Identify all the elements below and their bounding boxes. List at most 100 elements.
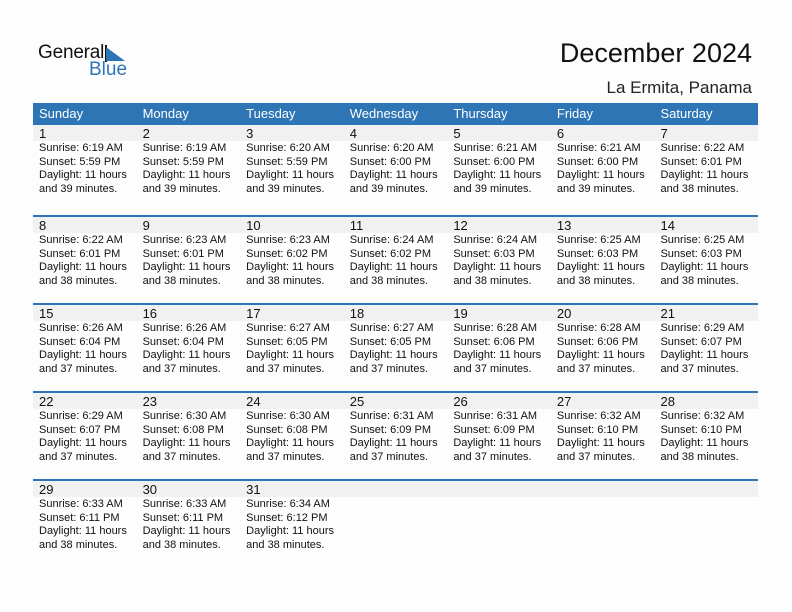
day-daylight-text: Daylight: 11 hours xyxy=(453,437,542,450)
day-cell: Sunrise: 6:34 AM Sunset: 6:12 PM Daylight:… xyxy=(240,497,344,552)
day-cell: Sunrise: 6:30 AM Sunset: 6:08 PM Daylight:… xyxy=(240,409,344,464)
day-minutes-text: and 38 minutes. xyxy=(142,274,221,287)
day-sunset-text: Sunset: 6:08 PM xyxy=(142,423,224,436)
day-number-row: 8 9 10 11 12 13 14 xyxy=(33,217,758,233)
day-sunset-text: Sunset: 6:09 PM xyxy=(453,423,535,436)
day-info-row: Sunrise: 6:33 AM Sunset: 6:11 PM Daylight:… xyxy=(33,497,758,552)
day-sunset-text: Sunset: 6:06 PM xyxy=(453,335,535,348)
day-minutes-text: and 37 minutes. xyxy=(142,362,221,375)
day-cell: Sunrise: 6:21 AM Sunset: 6:00 PM Daylight:… xyxy=(447,141,551,196)
day-minutes-text: and 38 minutes. xyxy=(246,538,325,551)
day-minutes-text: and 37 minutes. xyxy=(660,362,739,375)
day-minutes-text: and 37 minutes. xyxy=(453,362,532,375)
day-minutes-text: and 37 minutes. xyxy=(39,450,118,463)
day-sunrise-text: Sunrise: 6:21 AM xyxy=(453,142,538,154)
day-sunset-text: Sunset: 6:01 PM xyxy=(660,155,742,168)
day-minutes-text: and 38 minutes. xyxy=(246,274,325,287)
day-number-row: 1 2 3 4 5 6 7 xyxy=(33,125,758,141)
day-number: 25 xyxy=(349,394,365,409)
day-sunset-text: Sunset: 6:04 PM xyxy=(39,335,121,348)
day-daylight-text: Daylight: 11 hours xyxy=(246,261,335,274)
day-minutes-text: and 37 minutes. xyxy=(349,362,429,375)
day-cell: Sunrise: 6:27 AM Sunset: 6:05 PM Daylight:… xyxy=(344,321,448,376)
day-daylight-text: Daylight: 11 hours xyxy=(453,261,542,274)
day-number xyxy=(344,481,448,497)
day-number: 13 xyxy=(556,218,572,233)
day-sunrise-text: Sunrise: 6:20 AM xyxy=(246,142,330,154)
day-minutes-text: and 38 minutes. xyxy=(349,274,429,287)
day-daylight-text: Daylight: 11 hours xyxy=(246,169,335,182)
day-sunset-text: Sunset: 6:07 PM xyxy=(660,335,742,348)
day-cell: Sunrise: 6:19 AM Sunset: 5:59 PM Daylight:… xyxy=(137,141,241,196)
day-daylight-text: Daylight: 11 hours xyxy=(349,261,438,274)
day-daylight-text: Daylight: 11 hours xyxy=(556,349,645,362)
calendar-week-row: 1 2 3 4 5 6 7 Sunrise: 6:19 AM Sunset: 5:59 PM Da… xyxy=(33,125,758,215)
day-cell: Sunrise: 6:24 AM Sunset: 6:02 PM Daylight:… xyxy=(344,233,448,288)
day-minutes-text: and 39 minutes. xyxy=(453,182,532,195)
day-number: 12 xyxy=(453,218,468,233)
day-minutes-text: and 38 minutes. xyxy=(39,274,118,287)
day-sunrise-text: Sunrise: 6:28 AM xyxy=(556,322,641,334)
day-number: 19 xyxy=(453,306,468,321)
day-number: 23 xyxy=(142,394,158,409)
day-daylight-text: Daylight: 11 hours xyxy=(142,261,231,274)
day-cell: Sunrise: 6:22 AM Sunset: 6:01 PM Daylight:… xyxy=(654,141,758,196)
calendar-week-row: 22 23 24 25 26 27 28 Sunrise: 6:29 AM Sunset: 6:… xyxy=(33,391,758,479)
weekday-tuesday: Tuesday xyxy=(246,106,296,121)
day-number: 20 xyxy=(556,306,572,321)
day-sunrise-text: Sunrise: 6:25 AM xyxy=(660,234,745,246)
day-sunset-text: Sunset: 6:12 PM xyxy=(246,511,328,524)
day-number: 1 xyxy=(39,126,47,141)
weekday-header-row: Sunday Monday Tuesday Wednesday Thursday… xyxy=(33,103,758,125)
day-minutes-text: and 39 minutes. xyxy=(246,182,325,195)
day-number: 2 xyxy=(142,126,150,141)
day-sunrise-text: Sunrise: 6:29 AM xyxy=(660,322,745,334)
day-minutes-text: and 37 minutes. xyxy=(39,362,118,375)
day-number: 16 xyxy=(142,306,158,321)
day-number: 30 xyxy=(142,482,158,497)
day-number: 9 xyxy=(142,218,150,233)
day-cell: Sunrise: 6:28 AM Sunset: 6:06 PM Daylight:… xyxy=(447,321,551,376)
day-number-row: 22 23 24 25 26 27 28 xyxy=(33,393,758,409)
day-sunrise-text: Sunrise: 6:26 AM xyxy=(39,322,123,334)
day-sunset-text: Sunset: 6:05 PM xyxy=(349,335,432,348)
day-minutes-text: and 38 minutes. xyxy=(660,274,739,287)
day-sunrise-text: Sunrise: 6:34 AM xyxy=(246,498,330,510)
day-number: 17 xyxy=(246,306,261,321)
day-sunset-text: Sunset: 6:10 PM xyxy=(660,423,742,436)
day-daylight-text: Daylight: 11 hours xyxy=(349,349,438,362)
day-daylight-text: Daylight: 11 hours xyxy=(660,169,749,182)
day-daylight-text: Daylight: 11 hours xyxy=(39,261,127,274)
day-cell xyxy=(551,497,655,552)
day-sunset-text: Sunset: 6:03 PM xyxy=(556,247,639,260)
day-number: 3 xyxy=(246,126,254,141)
day-sunrise-text: Sunrise: 6:22 AM xyxy=(39,234,123,246)
day-minutes-text: and 37 minutes. xyxy=(556,362,636,375)
day-minutes-text: and 37 minutes. xyxy=(453,450,532,463)
day-daylight-text: Daylight: 11 hours xyxy=(556,261,645,274)
day-cell: Sunrise: 6:32 AM Sunset: 6:10 PM Daylight:… xyxy=(551,409,655,464)
day-sunrise-text: Sunrise: 6:32 AM xyxy=(556,410,641,422)
day-number xyxy=(447,481,551,497)
day-info-row: Sunrise: 6:22 AM Sunset: 6:01 PM Daylight:… xyxy=(33,233,758,288)
day-daylight-text: Daylight: 11 hours xyxy=(142,437,231,450)
day-number: 11 xyxy=(349,218,364,233)
day-daylight-text: Daylight: 11 hours xyxy=(556,169,645,182)
day-sunset-text: Sunset: 5:59 PM xyxy=(142,155,224,168)
day-sunrise-text: Sunrise: 6:21 AM xyxy=(556,142,641,154)
day-number xyxy=(654,481,758,497)
day-sunrise-text: Sunrise: 6:23 AM xyxy=(246,234,330,246)
day-info-row: Sunrise: 6:19 AM Sunset: 5:59 PM Daylight:… xyxy=(33,141,758,196)
day-daylight-text: Daylight: 11 hours xyxy=(246,525,335,538)
day-cell: Sunrise: 6:29 AM Sunset: 6:07 PM Daylight:… xyxy=(33,409,137,464)
day-number: 14 xyxy=(660,218,675,233)
calendar-week-row: 29 30 31 Sunrise: 6:33 AM Sunset: 6:11 PM Day… xyxy=(33,479,758,567)
day-sunset-text: Sunset: 6:02 PM xyxy=(246,247,328,260)
day-minutes-text: and 38 minutes. xyxy=(142,538,221,551)
day-number: 5 xyxy=(453,126,461,141)
day-minutes-text: and 39 minutes. xyxy=(142,182,221,195)
day-sunrise-text: Sunrise: 6:30 AM xyxy=(142,410,227,422)
day-daylight-text: Daylight: 11 hours xyxy=(349,437,438,450)
day-number: 10 xyxy=(246,218,261,233)
day-sunrise-text: Sunrise: 6:22 AM xyxy=(660,142,745,154)
